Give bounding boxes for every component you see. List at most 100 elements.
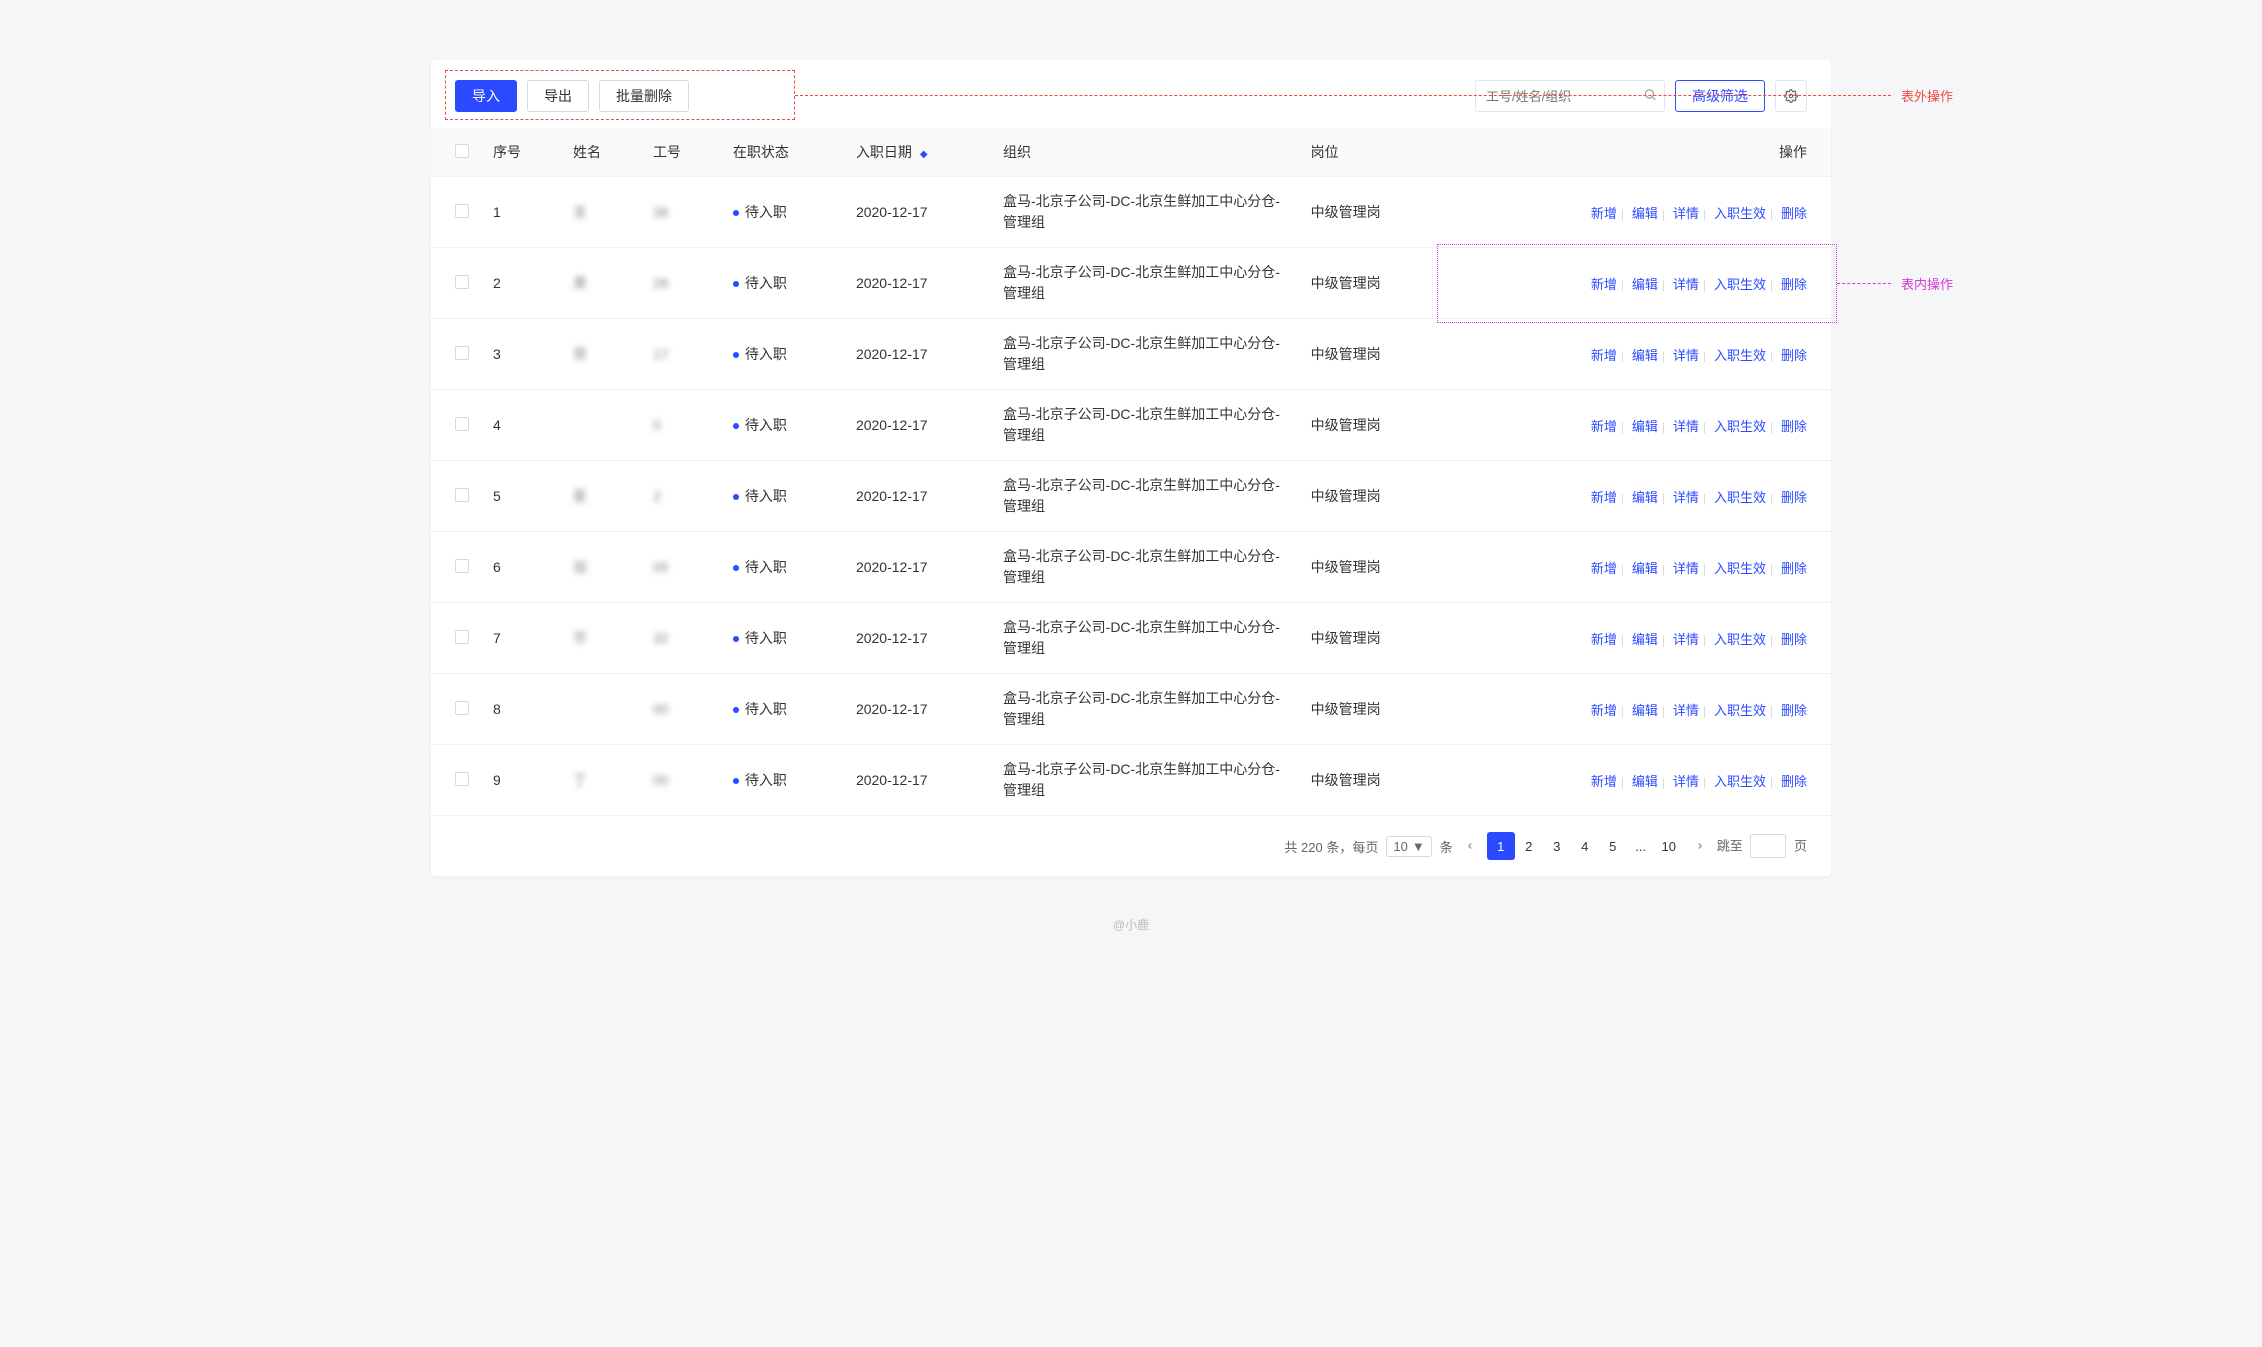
cell-position: 中级管理岗: [1299, 603, 1444, 674]
action-delete[interactable]: 删除: [1781, 348, 1807, 363]
search-input[interactable]: [1475, 80, 1665, 112]
page-number[interactable]: 4: [1571, 832, 1599, 860]
action-delete[interactable]: 删除: [1781, 206, 1807, 221]
cell-actions: 新增| 编辑| 详情| 入职生效| 删除: [1443, 745, 1831, 816]
row-checkbox[interactable]: [455, 772, 469, 786]
action-detail[interactable]: 详情: [1673, 632, 1699, 647]
settings-button[interactable]: [1775, 80, 1807, 112]
action-detail[interactable]: 详情: [1673, 277, 1699, 292]
page-number: ...: [1627, 832, 1655, 860]
cell-hiredate: 2020-12-17: [844, 319, 991, 390]
action-activate[interactable]: 入职生效: [1714, 774, 1766, 789]
action-delete[interactable]: 删除: [1781, 561, 1807, 576]
cell-org: 盒马-北京子公司-DC-北京生鲜加工中心分仓-管理组: [991, 745, 1299, 816]
batch-delete-button[interactable]: 批量删除: [599, 80, 689, 112]
col-seq: 序号: [481, 128, 561, 177]
cell-actions: 新增| 编辑| 详情| 入职生效| 删除: [1443, 461, 1831, 532]
search-wrap: [1475, 80, 1665, 112]
action-activate[interactable]: 入职生效: [1714, 703, 1766, 718]
export-button[interactable]: 导出: [527, 80, 589, 112]
action-add[interactable]: 新增: [1591, 561, 1617, 576]
cell-seq: 4: [481, 390, 561, 461]
action-activate[interactable]: 入职生效: [1714, 632, 1766, 647]
action-edit[interactable]: 编辑: [1632, 774, 1658, 789]
cell-position: 中级管理岗: [1299, 248, 1444, 319]
action-detail[interactable]: 详情: [1673, 774, 1699, 789]
row-checkbox[interactable]: [455, 204, 469, 218]
cell-actions: 新增| 编辑| 详情| 入职生效| 删除: [1443, 390, 1831, 461]
action-edit[interactable]: 编辑: [1632, 277, 1658, 292]
action-edit[interactable]: 编辑: [1632, 490, 1658, 505]
page-number[interactable]: 5: [1599, 832, 1627, 860]
page-size-select[interactable]: 10 ▼: [1386, 836, 1431, 857]
action-detail[interactable]: 详情: [1673, 703, 1699, 718]
action-delete[interactable]: 删除: [1781, 632, 1807, 647]
action-add[interactable]: 新增: [1591, 206, 1617, 221]
action-delete[interactable]: 删除: [1781, 703, 1807, 718]
data-table: 序号 姓名 工号 在职状态 入职日期 ◆ 组织 岗位 操作 1 支 38 待入职…: [431, 128, 1831, 816]
select-all-checkbox[interactable]: [455, 144, 469, 158]
action-add[interactable]: 新增: [1591, 490, 1617, 505]
advanced-filter-button[interactable]: 高级筛选: [1675, 80, 1765, 112]
action-add[interactable]: 新增: [1591, 277, 1617, 292]
toolbar-left: 导入 导出 批量删除: [455, 80, 689, 112]
action-activate[interactable]: 入职生效: [1714, 561, 1766, 576]
cell-actions: 新增| 编辑| 详情| 入职生效| 删除: [1443, 319, 1831, 390]
action-delete[interactable]: 删除: [1781, 277, 1807, 292]
cell-org: 盒马-北京子公司-DC-北京生鲜加工中心分仓-管理组: [991, 390, 1299, 461]
page-number[interactable]: 3: [1543, 832, 1571, 860]
row-checkbox[interactable]: [455, 701, 469, 715]
chevron-left-icon: [1465, 841, 1475, 851]
action-delete[interactable]: 删除: [1781, 419, 1807, 434]
action-add[interactable]: 新增: [1591, 632, 1617, 647]
row-checkbox[interactable]: [455, 488, 469, 502]
row-checkbox[interactable]: [455, 417, 469, 431]
action-add[interactable]: 新增: [1591, 703, 1617, 718]
page-size-suffix: 条: [1440, 837, 1453, 856]
action-activate[interactable]: 入职生效: [1714, 348, 1766, 363]
page-number[interactable]: 2: [1515, 832, 1543, 860]
action-edit[interactable]: 编辑: [1632, 703, 1658, 718]
action-add[interactable]: 新增: [1591, 419, 1617, 434]
action-edit[interactable]: 编辑: [1632, 419, 1658, 434]
action-activate[interactable]: 入职生效: [1714, 277, 1766, 292]
col-hiredate[interactable]: 入职日期 ◆: [844, 128, 991, 177]
action-activate[interactable]: 入职生效: [1714, 419, 1766, 434]
cell-empno: 0: [641, 390, 721, 461]
cell-status: 待入职: [721, 674, 844, 745]
cell-name: 菲: [561, 319, 641, 390]
action-edit[interactable]: 编辑: [1632, 348, 1658, 363]
page-number[interactable]: 10: [1655, 832, 1683, 860]
row-checkbox[interactable]: [455, 630, 469, 644]
row-checkbox[interactable]: [455, 559, 469, 573]
action-delete[interactable]: 删除: [1781, 490, 1807, 505]
page-number[interactable]: 1: [1487, 832, 1515, 860]
table-row: 3 菲 17 待入职 2020-12-17 盒马-北京子公司-DC-北京生鲜加工…: [431, 319, 1831, 390]
cell-name: [561, 390, 641, 461]
action-detail[interactable]: 详情: [1673, 419, 1699, 434]
page-prev[interactable]: [1461, 839, 1479, 854]
row-checkbox[interactable]: [455, 346, 469, 360]
main-card: 导入 导出 批量删除 高级筛选: [431, 60, 1831, 876]
action-edit[interactable]: 编辑: [1632, 561, 1658, 576]
action-edit[interactable]: 编辑: [1632, 206, 1658, 221]
table-row: 1 支 38 待入职 2020-12-17 盒马-北京子公司-DC-北京生鲜加工…: [431, 177, 1831, 248]
total-text: 共 220 条，每页: [1284, 837, 1378, 856]
action-add[interactable]: 新增: [1591, 348, 1617, 363]
page-next[interactable]: [1691, 839, 1709, 854]
action-detail[interactable]: 详情: [1673, 490, 1699, 505]
action-add[interactable]: 新增: [1591, 774, 1617, 789]
action-edit[interactable]: 编辑: [1632, 632, 1658, 647]
import-button[interactable]: 导入: [455, 80, 517, 112]
action-detail[interactable]: 详情: [1673, 206, 1699, 221]
cell-empno: 26: [641, 248, 721, 319]
action-activate[interactable]: 入职生效: [1714, 490, 1766, 505]
sort-icon: ◆: [920, 149, 928, 160]
action-detail[interactable]: 详情: [1673, 348, 1699, 363]
cell-position: 中级管理岗: [1299, 674, 1444, 745]
row-checkbox[interactable]: [455, 275, 469, 289]
action-delete[interactable]: 删除: [1781, 774, 1807, 789]
action-detail[interactable]: 详情: [1673, 561, 1699, 576]
page-jump-input[interactable]: [1750, 834, 1786, 858]
action-activate[interactable]: 入职生效: [1714, 206, 1766, 221]
